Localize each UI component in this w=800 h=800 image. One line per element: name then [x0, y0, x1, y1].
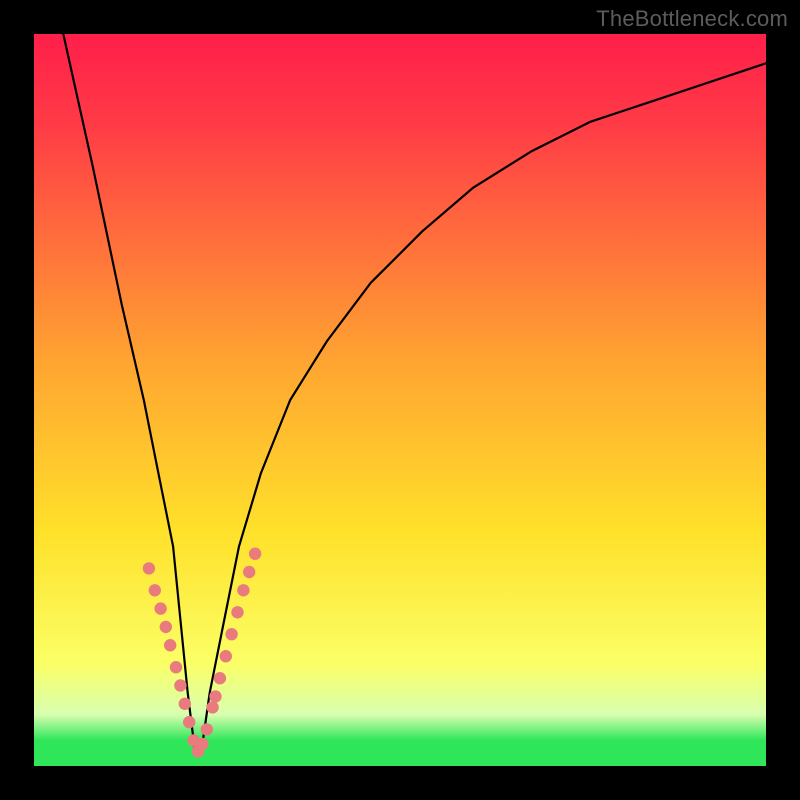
marker-dot [243, 566, 255, 578]
marker-group [143, 548, 262, 758]
watermark-text: TheBottleneck.com [596, 6, 788, 32]
marker-dot [196, 738, 208, 750]
marker-dot [154, 602, 166, 614]
marker-dot [160, 621, 172, 633]
marker-dot [164, 639, 176, 651]
marker-dot [220, 650, 232, 662]
plot-area [34, 34, 766, 766]
marker-dot [143, 562, 155, 574]
marker-dot [225, 628, 237, 640]
marker-dot [206, 701, 218, 713]
curve-svg [34, 34, 766, 766]
marker-dot [231, 606, 243, 618]
marker-dot [237, 584, 249, 596]
marker-dot [170, 661, 182, 673]
marker-dot [249, 548, 261, 560]
marker-dot [179, 698, 191, 710]
marker-dot [214, 672, 226, 684]
marker-dot [201, 723, 213, 735]
marker-dot [149, 584, 161, 596]
marker-dot [183, 716, 195, 728]
chart-frame: TheBottleneck.com [0, 0, 800, 800]
marker-dot [174, 679, 186, 691]
marker-dot [209, 690, 221, 702]
